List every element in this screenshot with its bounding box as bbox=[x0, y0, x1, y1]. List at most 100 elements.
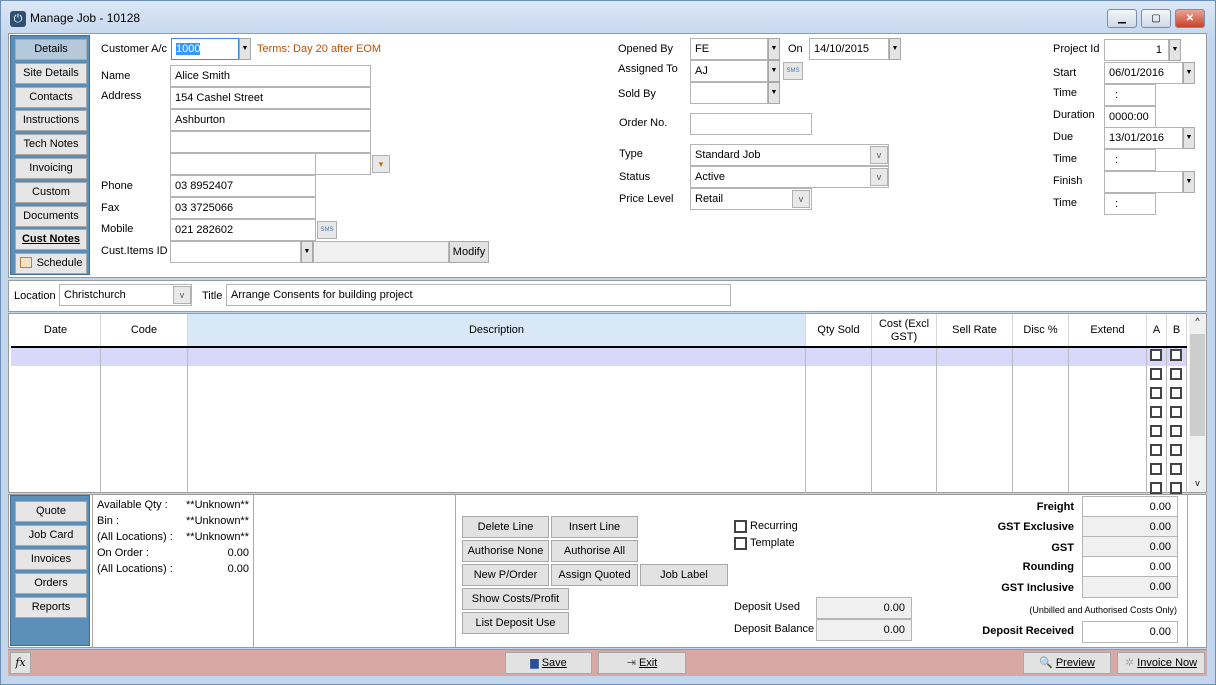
b-checkbox[interactable] bbox=[1170, 387, 1182, 399]
map-lookup-icon[interactable]: ▾ bbox=[372, 155, 390, 173]
job-label-button[interactable]: Job Label bbox=[640, 564, 728, 586]
exit-button[interactable]: ⇥ Exit bbox=[598, 652, 686, 674]
chevron-down-icon[interactable]: v bbox=[792, 190, 810, 208]
chevron-down-icon[interactable]: ▼ bbox=[301, 241, 313, 263]
nav-schedule-button[interactable]: Schedule bbox=[15, 253, 87, 275]
nav-job-card-button[interactable]: Job Card bbox=[15, 525, 87, 546]
b-checkbox[interactable] bbox=[1170, 368, 1182, 380]
template-checkbox[interactable] bbox=[734, 537, 747, 550]
modify-button[interactable]: Modify bbox=[449, 241, 489, 263]
due-time-input[interactable]: : bbox=[1104, 149, 1156, 171]
title-input[interactable]: Arrange Consents for building project bbox=[226, 284, 731, 306]
show-costs-profit-button[interactable]: Show Costs/Profit bbox=[462, 588, 569, 610]
maximize-button[interactable]: ▢ bbox=[1141, 9, 1171, 28]
nav-instructions-button[interactable]: Instructions bbox=[15, 110, 87, 132]
chevron-down-icon[interactable]: ▼ bbox=[1183, 62, 1195, 84]
fax-input[interactable]: 03 3725066 bbox=[170, 197, 316, 219]
freight-input[interactable]: 0.00 bbox=[1082, 496, 1178, 518]
sms-icon[interactable]: SMS bbox=[317, 221, 337, 239]
scroll-down-icon[interactable]: v bbox=[1189, 478, 1206, 488]
chevron-down-icon[interactable]: ▼ bbox=[1183, 127, 1195, 149]
assigned-to-input[interactable]: AJ bbox=[690, 60, 768, 82]
nav-orders-button[interactable]: Orders bbox=[15, 573, 87, 594]
column-header-0[interactable]: Date bbox=[11, 314, 101, 347]
address-line1-input[interactable]: 154 Cashel Street bbox=[170, 87, 371, 109]
b-checkbox[interactable] bbox=[1170, 482, 1182, 494]
a-checkbox[interactable] bbox=[1150, 463, 1162, 475]
nav-contacts-button[interactable]: Contacts bbox=[15, 86, 87, 108]
b-checkbox[interactable] bbox=[1170, 406, 1182, 418]
chevron-down-icon[interactable]: v bbox=[870, 168, 888, 186]
nav-tech-notes-button[interactable]: Tech Notes bbox=[15, 134, 87, 156]
chevron-down-icon[interactable]: ▼ bbox=[768, 82, 780, 104]
recurring-checkbox[interactable] bbox=[734, 520, 747, 533]
column-header-7[interactable]: Extend bbox=[1069, 314, 1147, 347]
b-checkbox[interactable] bbox=[1170, 425, 1182, 437]
column-header-4[interactable]: Cost (Excl GST) bbox=[872, 314, 937, 347]
job-lines-grid[interactable]: Date Code Description Qty Sold Cost (Excl GS… bbox=[8, 313, 1207, 494]
nav-quote-button[interactable]: Quote bbox=[15, 501, 87, 522]
a-checkbox[interactable] bbox=[1150, 349, 1162, 361]
project-id-input[interactable]: 1 bbox=[1104, 39, 1169, 61]
mobile-input[interactable]: 021 282602 bbox=[170, 219, 316, 241]
authorise-all-button[interactable]: Authorise All bbox=[551, 540, 638, 562]
chevron-down-icon[interactable]: ▼ bbox=[239, 38, 251, 60]
name-input[interactable]: Alice Smith bbox=[170, 65, 371, 87]
status-select[interactable]: Active bbox=[690, 166, 889, 188]
cust-items-input[interactable] bbox=[170, 241, 301, 263]
chevron-down-icon[interactable]: ▼ bbox=[1169, 39, 1181, 61]
type-select[interactable]: Standard Job bbox=[690, 144, 889, 166]
rounding-input[interactable]: 0.00 bbox=[1082, 556, 1178, 578]
b-checkbox[interactable] bbox=[1170, 349, 1182, 361]
insert-line-button[interactable]: Insert Line bbox=[551, 516, 638, 538]
nav-reports-button[interactable]: Reports bbox=[15, 597, 87, 618]
b-checkbox[interactable] bbox=[1170, 444, 1182, 456]
nav-details-button[interactable]: Details bbox=[15, 39, 87, 60]
deposit-received-input[interactable]: 0.00 bbox=[1082, 621, 1178, 643]
customer-account-input[interactable]: 1000 bbox=[171, 38, 239, 60]
close-button[interactable]: ✕ bbox=[1175, 9, 1205, 28]
finish-date-input[interactable] bbox=[1104, 171, 1183, 193]
nav-documents-button[interactable]: Documents bbox=[15, 205, 87, 227]
nav-site-details-button[interactable]: Site Details bbox=[15, 62, 87, 84]
sms-icon[interactable]: SMS bbox=[783, 62, 803, 80]
b-checkbox[interactable] bbox=[1170, 463, 1182, 475]
sold-by-input[interactable] bbox=[690, 82, 768, 104]
a-checkbox[interactable] bbox=[1150, 387, 1162, 399]
nav-invoices-button[interactable]: Invoices bbox=[15, 549, 87, 570]
preview-button[interactable]: 🔍 Preview bbox=[1023, 652, 1111, 674]
minimize-button[interactable]: ▁ bbox=[1107, 9, 1137, 28]
duration-input[interactable]: 0000:00 bbox=[1104, 106, 1156, 128]
chevron-down-icon[interactable]: v bbox=[870, 146, 888, 164]
authorise-none-button[interactable]: Authorise None bbox=[462, 540, 549, 562]
column-header-9[interactable]: B bbox=[1167, 314, 1187, 347]
a-checkbox[interactable] bbox=[1150, 425, 1162, 437]
nav-cust-notes-button[interactable]: Cust Notes bbox=[15, 229, 87, 251]
column-header-5[interactable]: Sell Rate bbox=[937, 314, 1013, 347]
formula-button[interactable]: fx bbox=[10, 652, 31, 674]
postcode-input[interactable] bbox=[315, 153, 371, 175]
scrollbar-thumb[interactable] bbox=[1190, 334, 1205, 436]
chevron-down-icon[interactable]: ▼ bbox=[768, 60, 780, 82]
column-header-6[interactable]: Disc % bbox=[1013, 314, 1069, 347]
due-date-input[interactable]: 13/01/2016 bbox=[1104, 127, 1183, 149]
address-line2-input[interactable]: Ashburton bbox=[170, 109, 371, 131]
assign-quoted-button[interactable]: Assign Quoted bbox=[551, 564, 638, 586]
order-no-input[interactable] bbox=[690, 113, 812, 135]
chevron-down-icon[interactable]: ▼ bbox=[768, 38, 780, 60]
start-date-input[interactable]: 06/01/2016 bbox=[1104, 62, 1183, 84]
invoice-now-button[interactable]: ✲ Invoice Now bbox=[1117, 652, 1205, 674]
column-header-2[interactable]: Description bbox=[188, 314, 806, 347]
finish-time-input[interactable]: : bbox=[1104, 193, 1156, 215]
start-time-input[interactable]: : bbox=[1104, 84, 1156, 106]
a-checkbox[interactable] bbox=[1150, 482, 1162, 494]
a-checkbox[interactable] bbox=[1150, 368, 1162, 380]
chevron-down-icon[interactable]: v bbox=[173, 286, 191, 304]
a-checkbox[interactable] bbox=[1150, 444, 1162, 456]
column-header-1[interactable]: Code bbox=[101, 314, 188, 347]
chevron-down-icon[interactable]: ▼ bbox=[889, 38, 901, 60]
chevron-down-icon[interactable]: ▼ bbox=[1183, 171, 1195, 193]
opened-on-date-input[interactable]: 14/10/2015 bbox=[809, 38, 889, 60]
delete-line-button[interactable]: Delete Line bbox=[462, 516, 549, 538]
list-deposit-use-button[interactable]: List Deposit Use bbox=[462, 612, 569, 634]
